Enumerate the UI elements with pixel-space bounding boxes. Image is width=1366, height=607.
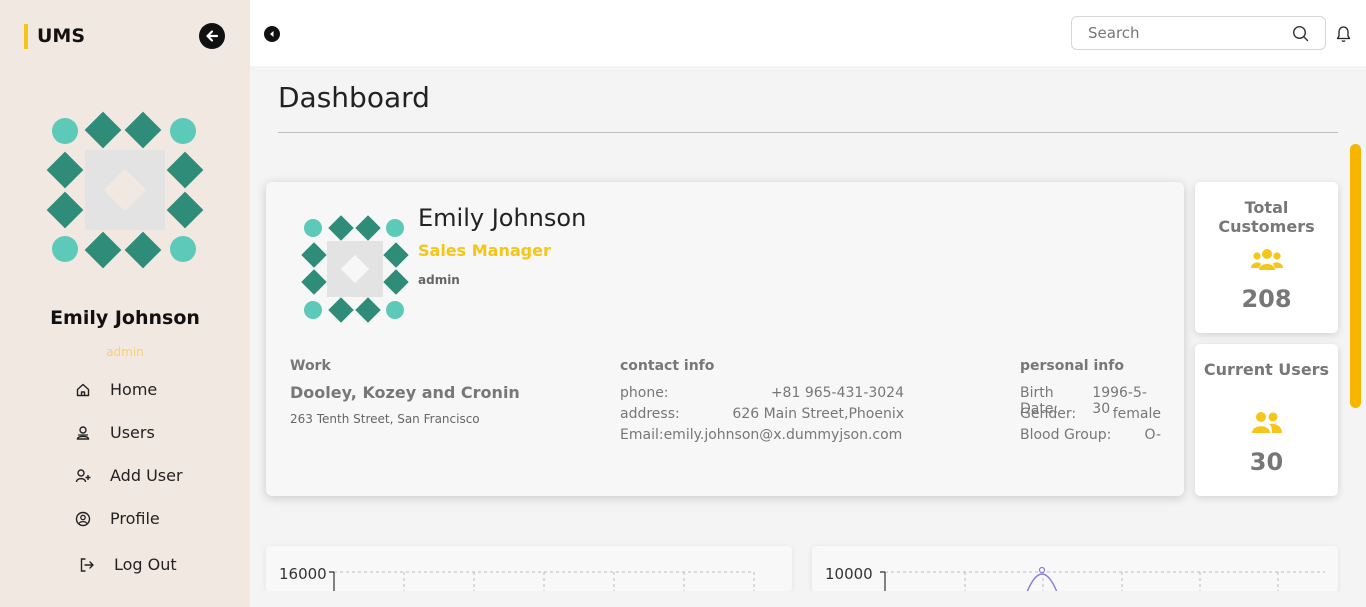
gender-value: female	[1112, 406, 1161, 422]
nav-users-label: Users	[110, 423, 155, 442]
personal-gender-row: Gender: female	[1020, 406, 1161, 422]
profile-job-title: Sales Manager	[418, 241, 551, 260]
users-icon	[74, 424, 92, 442]
chart-card-right: 10000	[812, 546, 1338, 592]
chart-grid-left	[329, 571, 755, 592]
current-users-card: Current Users 30	[1195, 344, 1338, 496]
user-plus-icon	[74, 467, 92, 485]
address-value: 626 Main Street,Phoenix	[732, 406, 904, 422]
nav-profile[interactable]: Profile	[74, 509, 160, 528]
phone-value: +81 965-431-3024	[770, 385, 904, 401]
gender-label: Gender:	[1020, 406, 1077, 422]
sidebar-user-role: admin	[106, 345, 144, 359]
total-customers-value: 208	[1241, 285, 1292, 313]
brand-logo[interactable]: UMS	[24, 24, 85, 49]
email-value: emily.johnson@x.dummyjson.com	[663, 427, 903, 443]
sidebar-user-name: Emily Johnson	[50, 307, 200, 329]
nav-add-user[interactable]: Add User	[74, 466, 183, 485]
contact-email-row: Email: emily.johnson@x.dummyjson.com	[620, 427, 904, 443]
bell-icon[interactable]	[1335, 25, 1352, 43]
scrollbar-thumb[interactable]	[1350, 144, 1361, 408]
total-customers-card: Total Customers 208	[1195, 182, 1338, 333]
collapse-sidebar-button[interactable]	[199, 23, 225, 49]
chart-grid-right	[880, 566, 1325, 592]
logout-icon	[78, 556, 96, 574]
chart-right-tick: 10000	[825, 565, 873, 583]
profile-card: Emily Johnson Sales Manager admin Work D…	[266, 182, 1184, 496]
users-group-icon	[1251, 249, 1283, 270]
page-title: Dashboard	[278, 81, 430, 114]
nav-add-user-label: Add User	[110, 466, 183, 485]
blood-value: O-	[1144, 427, 1161, 443]
profile-circle-icon	[74, 510, 92, 528]
profile-name: Emily Johnson	[418, 204, 587, 232]
profile-role: admin	[418, 273, 460, 287]
email-label: Email:	[620, 427, 664, 443]
contact-address-row: address: 626 Main Street,Phoenix	[620, 406, 904, 422]
work-heading: Work	[290, 358, 331, 374]
nav-profile-label: Profile	[110, 509, 160, 528]
current-users-value: 30	[1249, 448, 1284, 476]
topbar	[250, 0, 1366, 66]
profile-avatar	[301, 215, 409, 323]
phone-label: phone:	[620, 385, 669, 401]
users-pair-icon	[1252, 412, 1282, 433]
search-input[interactable]	[1072, 17, 1272, 49]
user-avatar	[46, 111, 204, 269]
nav-home-label: Home	[110, 380, 158, 399]
toggle-sidebar-button[interactable]	[264, 26, 280, 42]
work-address: 263 Tenth Street, San Francisco	[290, 412, 480, 426]
nav-logout-label: Log Out	[114, 555, 177, 574]
nav-home[interactable]: Home	[74, 380, 157, 399]
chart-left-tick: 16000	[279, 565, 327, 583]
search-box	[1071, 16, 1326, 50]
nav-users[interactable]: Users	[74, 423, 155, 442]
title-divider	[278, 132, 1338, 133]
search-icon[interactable]	[1292, 25, 1309, 42]
sidebar: UMS Emily Johnson admin Home Users Add U…	[0, 0, 250, 607]
nav-logout[interactable]: Log Out	[78, 555, 177, 574]
home-icon	[74, 381, 92, 399]
contact-heading: contact info	[620, 358, 715, 374]
caret-left-icon	[270, 31, 274, 37]
bottom-strip	[250, 591, 1366, 607]
blood-label: Blood Group:	[1020, 427, 1112, 443]
personal-blood-row: Blood Group: O-	[1020, 427, 1161, 443]
address-label: address:	[620, 406, 680, 422]
current-users-label: Current Users	[1203, 360, 1330, 379]
personal-heading: personal info	[1020, 358, 1124, 374]
chart-card-left: 16000	[266, 546, 792, 592]
work-company: Dooley, Kozey and Cronin	[290, 383, 520, 402]
arrow-left-icon	[206, 30, 219, 42]
contact-phone-row: phone: +81 965-431-3024	[620, 385, 904, 401]
total-customers-label: Total Customers	[1218, 198, 1315, 236]
